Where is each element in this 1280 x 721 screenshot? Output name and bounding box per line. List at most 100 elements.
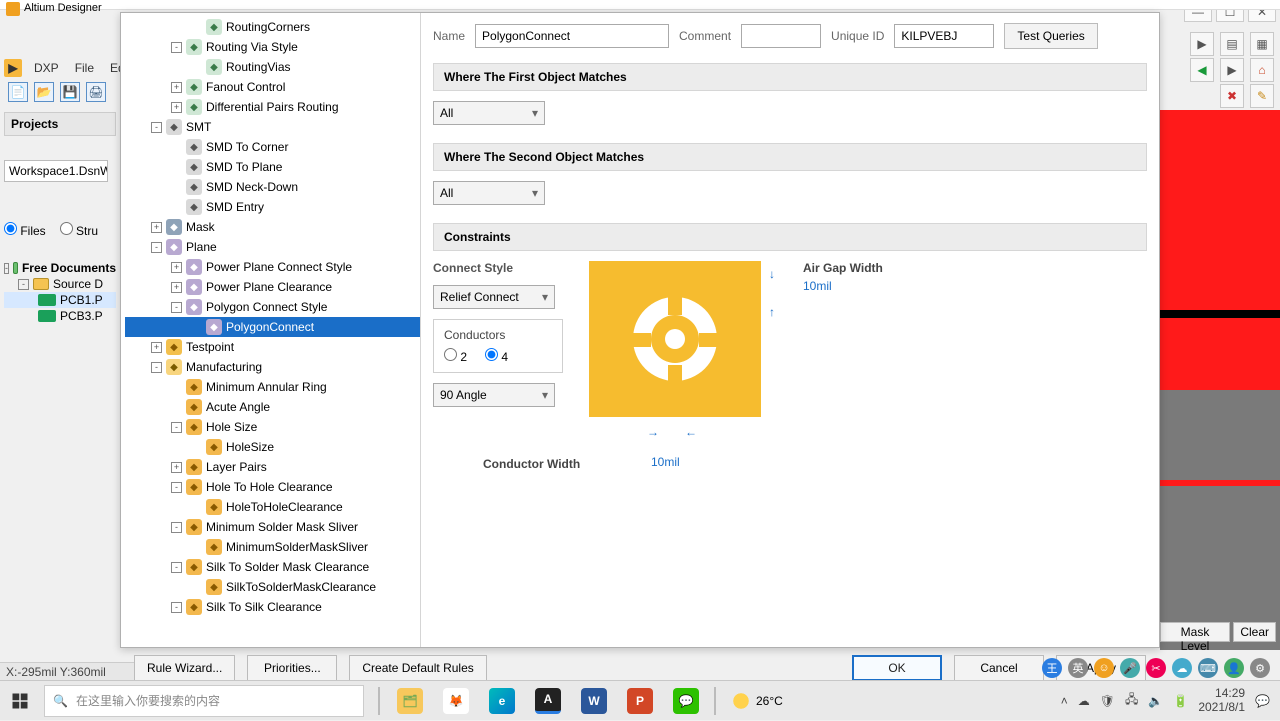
measure-tool-icon[interactable]: ✎: [1250, 84, 1274, 108]
system-tray[interactable]: ˄ ☁ 🛡 🖧 🔈 🔋 14:29 2021/8/1 💬: [1061, 687, 1280, 713]
ime-keyboard-icon[interactable]: ⌨: [1198, 658, 1218, 678]
priorities-button[interactable]: Priorities...: [247, 655, 337, 681]
ime-mic-icon[interactable]: 🎤: [1120, 658, 1140, 678]
ime-gear-icon[interactable]: ⚙: [1250, 658, 1270, 678]
expand-icon[interactable]: +: [171, 282, 182, 293]
uid-input[interactable]: [894, 24, 994, 48]
collapse-icon[interactable]: -: [171, 562, 182, 573]
save-icon[interactable]: 💾: [60, 82, 80, 102]
second-match-combo[interactable]: All▾: [433, 181, 545, 205]
conductors-2-radio[interactable]: 2: [444, 348, 467, 364]
expand-icon[interactable]: +: [151, 342, 162, 353]
tree-item[interactable]: -◆Minimum Solder Mask Sliver: [125, 517, 420, 537]
tray-chevron-icon[interactable]: ˄: [1061, 694, 1068, 708]
taskbar-weather[interactable]: 26°C: [732, 692, 783, 710]
app-explorer[interactable]: 🗂: [388, 681, 432, 721]
projects-tree[interactable]: -Free Documents -Source D PCB1.P PCB3.P: [4, 260, 116, 324]
comment-input[interactable]: [741, 24, 821, 48]
forward-icon[interactable]: ▶: [1220, 58, 1244, 82]
back-icon[interactable]: ◀: [1190, 58, 1214, 82]
ime-lang-icon[interactable]: 英: [1068, 658, 1088, 678]
tree-item[interactable]: -◆Hole Size: [125, 417, 420, 437]
collapse-icon[interactable]: -: [171, 422, 182, 433]
tree-item[interactable]: ◆SMD Entry: [125, 197, 420, 217]
tray-defender-icon[interactable]: 🛡: [1100, 694, 1115, 708]
angle-combo[interactable]: 90 Angle▾: [433, 383, 555, 407]
tree-item[interactable]: -◆Silk To Silk Clearance: [125, 597, 420, 617]
app-altium[interactable]: A: [526, 681, 570, 721]
app-firefox[interactable]: 🦊: [434, 681, 478, 721]
tree-item[interactable]: +◆Mask: [125, 217, 420, 237]
tree-item[interactable]: -◆Plane: [125, 237, 420, 257]
tree-item[interactable]: ◆MinimumSolderMaskSliver: [125, 537, 420, 557]
menu-file[interactable]: File: [71, 59, 98, 77]
open-file-icon[interactable]: 📂: [34, 82, 54, 102]
tray-onedrive-icon[interactable]: ☁: [1078, 694, 1090, 708]
collapse-icon[interactable]: -: [171, 522, 182, 533]
tree-item[interactable]: +◆Testpoint: [125, 337, 420, 357]
tree-item[interactable]: ◆Acute Angle: [125, 397, 420, 417]
expand-icon[interactable]: +: [171, 102, 182, 113]
clear-button[interactable]: Clear: [1233, 622, 1276, 642]
print-icon[interactable]: 🖨: [86, 82, 106, 102]
tree-item[interactable]: ◆HoleToHoleClearance: [125, 497, 420, 517]
home-icon[interactable]: ⌂: [1250, 58, 1274, 82]
collapse-icon[interactable]: -: [171, 602, 182, 613]
tree-item[interactable]: ◆SMD To Plane: [125, 157, 420, 177]
start-button[interactable]: [0, 681, 40, 721]
tree-item[interactable]: ◆Minimum Annular Ring: [125, 377, 420, 397]
menu-dxp[interactable]: DXP: [30, 59, 63, 77]
ime-profile-icon[interactable]: 王: [1042, 658, 1062, 678]
tree-item[interactable]: ◆RoutingVias: [125, 57, 420, 77]
collapse-icon[interactable]: -: [151, 122, 162, 133]
app-word[interactable]: W: [572, 681, 616, 721]
name-input[interactable]: [475, 24, 669, 48]
tree-item[interactable]: -◆Routing Via Style: [125, 37, 420, 57]
tree-item[interactable]: +◆Power Plane Connect Style: [125, 257, 420, 277]
cancel-button[interactable]: Cancel: [954, 655, 1044, 681]
tree-item[interactable]: -◆Silk To Solder Mask Clearance: [125, 557, 420, 577]
select-tool-icon[interactable]: ▶: [1190, 32, 1214, 56]
tray-volume-icon[interactable]: 🔈: [1148, 694, 1163, 708]
new-file-icon[interactable]: 📄: [8, 82, 28, 102]
tree-item[interactable]: +◆Power Plane Clearance: [125, 277, 420, 297]
radio-files[interactable]: Files: [4, 222, 46, 238]
mask-level-button[interactable]: Mask Level: [1160, 622, 1230, 642]
tree-item[interactable]: ◆SMD Neck-Down: [125, 177, 420, 197]
cancel-tool-icon[interactable]: ✖: [1220, 84, 1244, 108]
expand-icon[interactable]: +: [171, 262, 182, 273]
ime-emoji-icon[interactable]: ☺: [1094, 658, 1114, 678]
expand-icon[interactable]: +: [171, 462, 182, 473]
collapse-icon[interactable]: -: [171, 42, 182, 53]
test-queries-button[interactable]: Test Queries: [1004, 23, 1097, 49]
pcb-canvas[interactable]: Mask Level Clear: [1160, 110, 1280, 650]
tree-item[interactable]: ◆PolygonConnect: [125, 317, 420, 337]
layers-tool-icon[interactable]: ▤: [1220, 32, 1244, 56]
ime-bar[interactable]: 王 英 ☺ 🎤 ✂ ☁ ⌨ 👤 ⚙: [1042, 658, 1270, 678]
tray-battery-icon[interactable]: 🔋: [1173, 694, 1188, 708]
collapse-icon[interactable]: -: [171, 482, 182, 493]
tree-item[interactable]: ◆HoleSize: [125, 437, 420, 457]
grid-tool-icon[interactable]: ▦: [1250, 32, 1274, 56]
workspace-combo[interactable]: Workspace1.DsnWrk: [4, 160, 108, 182]
expand-icon[interactable]: +: [171, 82, 182, 93]
tray-network-icon[interactable]: 🖧: [1125, 690, 1138, 711]
tree-item[interactable]: ◆SilkToSolderMaskClearance: [125, 577, 420, 597]
app-edge[interactable]: e: [480, 681, 524, 721]
first-match-combo[interactable]: All▾: [433, 101, 545, 125]
app-wechat[interactable]: 💬: [664, 681, 708, 721]
collapse-icon[interactable]: -: [171, 302, 182, 313]
ok-button[interactable]: OK: [852, 655, 942, 681]
tree-item[interactable]: +◆Layer Pairs: [125, 457, 420, 477]
tree-item[interactable]: +◆Fanout Control: [125, 77, 420, 97]
tray-notification-icon[interactable]: 💬: [1255, 694, 1270, 708]
tree-item[interactable]: -◆Manufacturing: [125, 357, 420, 377]
create-defaults-button[interactable]: Create Default Rules: [349, 655, 486, 681]
app-powerpoint[interactable]: P: [618, 681, 662, 721]
taskbar-search[interactable]: 🔍 在这里输入你要搜索的内容: [44, 685, 364, 717]
collapse-icon[interactable]: -: [151, 362, 162, 373]
rules-tree[interactable]: ◆RoutingCorners-◆Routing Via Style◆Routi…: [121, 13, 421, 647]
tree-item[interactable]: -◆Polygon Connect Style: [125, 297, 420, 317]
tree-item[interactable]: ◆RoutingCorners: [125, 17, 420, 37]
tree-item[interactable]: +◆Differential Pairs Routing: [125, 97, 420, 117]
